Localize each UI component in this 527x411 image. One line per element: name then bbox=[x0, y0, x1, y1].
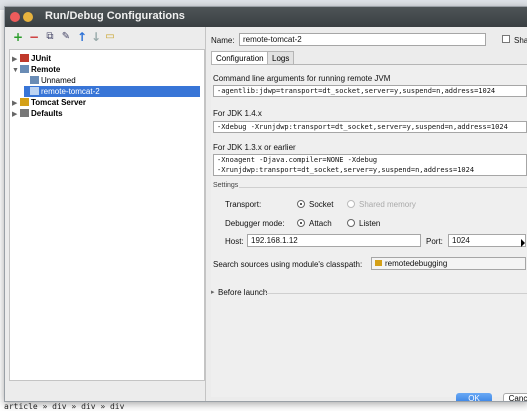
debugger-attach-label: Attach bbox=[309, 219, 332, 228]
before-launch-label[interactable]: Before launch bbox=[218, 288, 267, 297]
tree-item-label: Defaults bbox=[31, 109, 63, 118]
folder-icon[interactable]: ▭ bbox=[103, 30, 117, 44]
defaults-icon bbox=[20, 109, 29, 117]
before-launch-divider bbox=[266, 293, 527, 294]
tab-configuration[interactable]: Configuration bbox=[211, 51, 269, 64]
transport-shared-memory-radio[interactable] bbox=[347, 200, 355, 208]
tree-toolbar: + − ⧉ ✎ ↑ ↓ ▭ bbox=[5, 27, 205, 49]
configuration-form: Name: remote-tomcat-2 Sha Configuration … bbox=[207, 27, 527, 401]
transport-shared-memory-label: Shared memory bbox=[359, 200, 416, 209]
tree-item-junit[interactable]: ▶ JUnit bbox=[12, 53, 51, 64]
tree-item-unnamed[interactable]: Unnamed bbox=[30, 75, 76, 86]
remove-icon[interactable]: − bbox=[27, 30, 41, 44]
expand-arrow-icon[interactable]: ▶ bbox=[12, 109, 20, 120]
tree-item-label: remote-tomcat-2 bbox=[41, 87, 100, 96]
tree-item-label: JUnit bbox=[31, 54, 51, 63]
transport-socket-label: Socket bbox=[309, 200, 334, 209]
jdk14-field[interactable]: -Xdebug -Xrunjdwp:transport=dt_socket,se… bbox=[213, 121, 527, 133]
junit-icon bbox=[20, 54, 29, 62]
minimize-window-button[interactable] bbox=[23, 12, 33, 22]
configuration-tree: ▶ JUnit ▼ Remote Unnamed remote-tomcat-2 ▶… bbox=[9, 49, 205, 381]
tree-item-remote[interactable]: ▼ Remote bbox=[12, 64, 60, 75]
configuration-panel: Command line arguments for running remot… bbox=[211, 64, 527, 397]
jdk13-label: For JDK 1.3.x or earlier bbox=[213, 143, 296, 152]
tree-item-label: Unnamed bbox=[41, 76, 76, 85]
transport-label: Transport: bbox=[225, 200, 262, 209]
debugger-attach-radio[interactable] bbox=[297, 219, 305, 227]
breadcrumb: article » div » div » div bbox=[4, 402, 125, 411]
settings-divider bbox=[239, 187, 527, 188]
title-bar: Run/Debug Configurations bbox=[5, 7, 527, 27]
share-checkbox[interactable] bbox=[502, 35, 510, 43]
tree-item-remote-tomcat-2[interactable]: remote-tomcat-2 bbox=[24, 86, 200, 97]
ok-button[interactable]: OK bbox=[456, 393, 492, 401]
cmd-args-label: Command line arguments for running remot… bbox=[213, 74, 391, 83]
classpath-module-value: remotedebugging bbox=[385, 259, 448, 268]
tab-logs[interactable]: Logs bbox=[267, 51, 295, 64]
mouse-cursor-icon bbox=[521, 239, 525, 247]
expand-arrow-icon[interactable]: ▸ bbox=[211, 288, 215, 296]
tree-item-label: Tomcat Server bbox=[31, 98, 86, 107]
jdk14-label: For JDK 1.4.x bbox=[213, 109, 262, 118]
name-label: Name: bbox=[211, 36, 235, 45]
share-label: Sha bbox=[514, 36, 527, 45]
jdk13-line-1: -Xnoagent -Djava.compiler=NONE -Xdebug bbox=[217, 156, 378, 164]
debugger-listen-radio[interactable] bbox=[347, 219, 355, 227]
port-label: Port: bbox=[426, 237, 443, 246]
remote-config-icon bbox=[30, 87, 39, 95]
move-down-icon[interactable]: ↓ bbox=[89, 30, 103, 44]
cmd-args-field[interactable]: -agentlib:jdwp=transport=dt_socket,serve… bbox=[213, 85, 527, 97]
transport-socket-radio[interactable] bbox=[297, 200, 305, 208]
classpath-module-select[interactable]: remotedebugging bbox=[371, 257, 526, 270]
host-label: Host: bbox=[225, 237, 244, 246]
port-field[interactable]: 1024 bbox=[448, 234, 526, 247]
debugger-listen-label: Listen bbox=[359, 219, 381, 228]
tomcat-icon bbox=[20, 98, 29, 106]
move-up-icon[interactable]: ↑ bbox=[75, 30, 89, 44]
collapse-arrow-icon[interactable]: ▼ bbox=[12, 65, 20, 76]
run-debug-dialog: Run/Debug Configurations + − ⧉ ✎ ↑ ↓ ▭ ▶… bbox=[4, 6, 527, 402]
tree-item-tomcat-server[interactable]: ▶ Tomcat Server bbox=[12, 97, 86, 108]
remote-icon bbox=[20, 65, 29, 73]
host-field[interactable]: 192.168.1.12 bbox=[247, 234, 421, 247]
cancel-button[interactable]: Canc bbox=[503, 393, 527, 401]
classpath-label: Search sources using module's classpath: bbox=[213, 260, 363, 269]
jdk13-field[interactable]: -Xnoagent -Djava.compiler=NONE -Xdebug -… bbox=[213, 154, 527, 176]
copy-icon[interactable]: ⧉ bbox=[43, 30, 57, 44]
module-icon bbox=[375, 260, 382, 266]
jdk13-line-2: -Xrunjdwp:transport=dt_socket,server=y,s… bbox=[217, 166, 475, 174]
tree-item-defaults[interactable]: ▶ Defaults bbox=[12, 108, 63, 119]
add-icon[interactable]: + bbox=[11, 30, 25, 44]
name-field[interactable]: remote-tomcat-2 bbox=[239, 33, 486, 46]
settings-section-label: Settings bbox=[213, 182, 239, 189]
edit-icon[interactable]: ✎ bbox=[59, 30, 73, 44]
tree-item-label: Remote bbox=[31, 65, 61, 74]
debugger-mode-label: Debugger mode: bbox=[225, 219, 285, 228]
remote-config-icon bbox=[30, 76, 39, 84]
window-title: Run/Debug Configurations bbox=[45, 10, 185, 22]
configuration-sidebar: + − ⧉ ✎ ↑ ↓ ▭ ▶ JUnit ▼ Remote Unnamed rem… bbox=[5, 27, 206, 401]
close-window-button[interactable] bbox=[10, 12, 20, 22]
